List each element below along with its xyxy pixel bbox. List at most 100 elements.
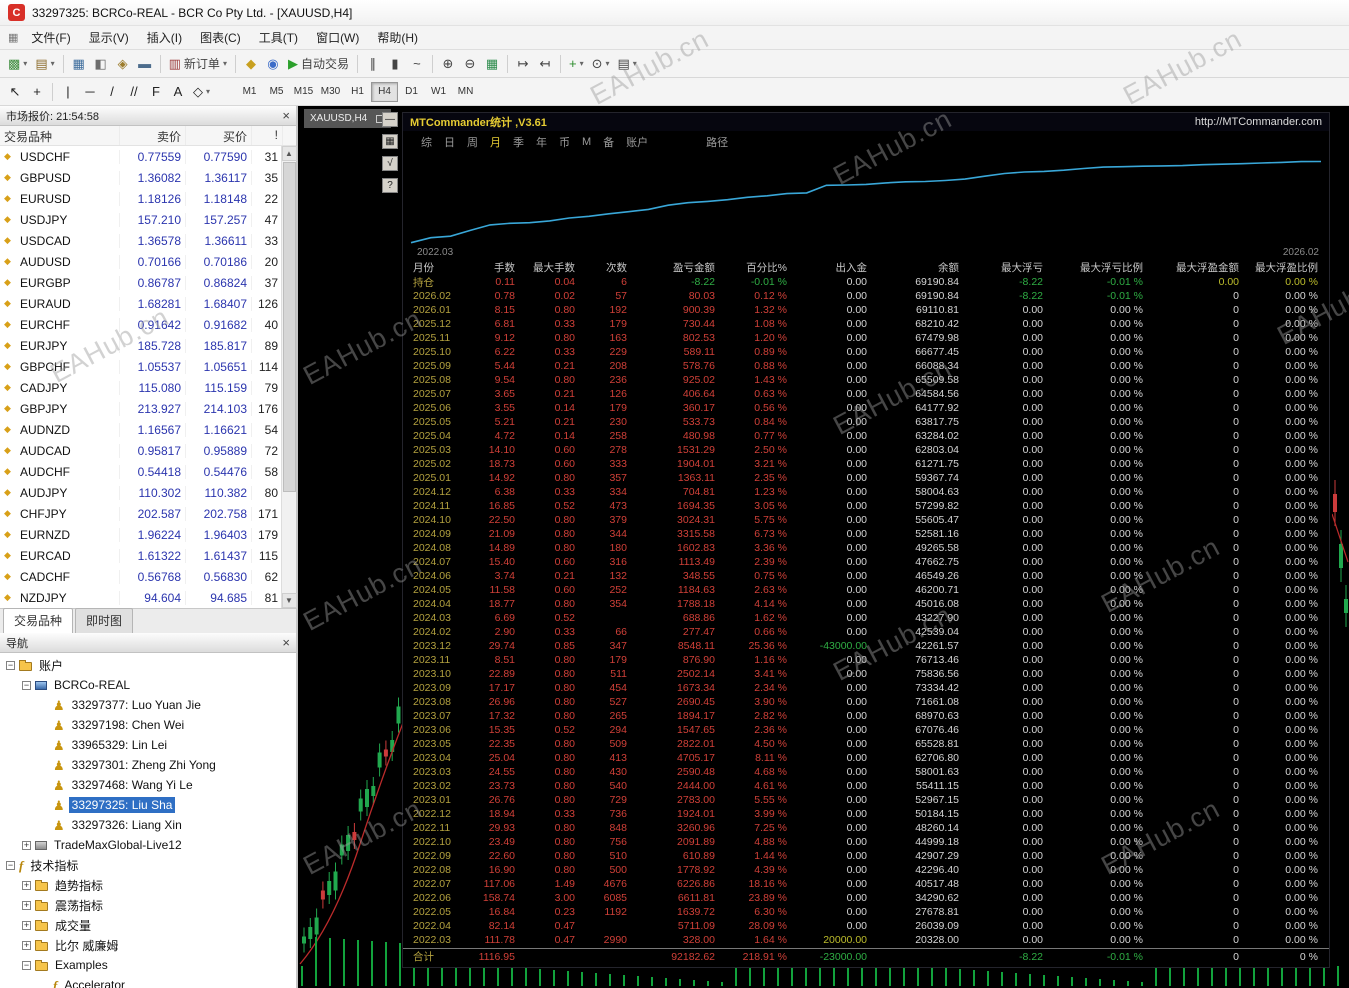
tree-expand-icon[interactable]: + bbox=[22, 941, 31, 950]
panel-apply-button[interactable]: √ bbox=[382, 156, 398, 171]
scroll-down-icon[interactable]: ▼ bbox=[282, 593, 297, 608]
timeframe-m30[interactable]: M30 bbox=[317, 82, 344, 102]
timeframe-w1[interactable]: W1 bbox=[425, 82, 452, 102]
tile-windows-button[interactable]: ▦ bbox=[481, 53, 503, 75]
scrollbar-thumb[interactable] bbox=[283, 162, 296, 492]
timeframe-h4[interactable]: H4 bbox=[371, 82, 398, 102]
tree-item[interactable]: −Examples bbox=[0, 955, 296, 975]
menu-item-3[interactable]: 图表(C) bbox=[191, 26, 250, 49]
tree-item[interactable]: ♟33297326: Liang Xin bbox=[0, 815, 296, 835]
channel-button[interactable]: // bbox=[123, 81, 145, 103]
panel-minimize-button[interactable]: — bbox=[382, 112, 398, 127]
market-watch-row[interactable]: ◆EURCHF0.916420.9168240 bbox=[0, 314, 296, 335]
arrows-button[interactable]: ◇▾ bbox=[189, 81, 214, 103]
tree-expand-icon[interactable]: + bbox=[22, 901, 31, 910]
market-watch-row[interactable]: ◆AUDCHF0.544180.5447658 bbox=[0, 461, 296, 482]
panel-menu-item-3[interactable]: 月 bbox=[490, 134, 501, 150]
market-watch-row[interactable]: ◆GBPCHF1.055371.05651114 bbox=[0, 356, 296, 377]
panel-menu-item-2[interactable]: 周 bbox=[467, 134, 478, 150]
chart-shift-button[interactable]: ↤ bbox=[534, 53, 556, 75]
tree-item[interactable]: +TradeMaxGlobal-Live12 bbox=[0, 835, 296, 855]
indicators-button[interactable]: +▾ bbox=[565, 53, 588, 75]
market-watch-scrollbar[interactable]: ▲ ▼ bbox=[281, 146, 296, 608]
timeframe-d1[interactable]: D1 bbox=[398, 82, 425, 102]
tree-item[interactable]: ♟33965329: Lin Lei bbox=[0, 735, 296, 755]
market-watch-row[interactable]: ◆AUDNZD1.165671.1662154 bbox=[0, 419, 296, 440]
panel-grid-button[interactable]: ▦ bbox=[382, 134, 398, 149]
market-watch-row[interactable]: ◆CADJPY115.080115.15979 bbox=[0, 377, 296, 398]
panel-menu-item-6[interactable]: 币 bbox=[559, 134, 570, 150]
menu-item-2[interactable]: 插入(I) bbox=[138, 26, 191, 49]
tree-item[interactable]: ♟33297377: Luo Yuan Jie bbox=[0, 695, 296, 715]
profiles-button[interactable]: ▤▾ bbox=[31, 53, 58, 75]
tree-expand-icon[interactable]: + bbox=[22, 921, 31, 930]
horizontal-line-button[interactable]: ─ bbox=[79, 81, 101, 103]
tree-item[interactable]: +成交量 bbox=[0, 915, 296, 935]
market-watch-row[interactable]: ◆AUDJPY110.302110.38280 bbox=[0, 482, 296, 503]
candlestick-button[interactable]: ▮ bbox=[384, 53, 406, 75]
new-chart-button[interactable]: ▩▾ bbox=[4, 53, 31, 75]
tree-collapse-icon[interactable]: − bbox=[22, 961, 31, 970]
panel-menu-item-8[interactable]: 备 bbox=[603, 134, 614, 150]
periods-button[interactable]: ⊙▾ bbox=[588, 53, 614, 75]
tree-item[interactable]: −BCRCo-REAL bbox=[0, 675, 296, 695]
crosshair-button[interactable]: + bbox=[26, 81, 48, 103]
tree-item[interactable]: +震荡指标 bbox=[0, 895, 296, 915]
market-watch-row[interactable]: ◆GBPUSD1.360821.3611735 bbox=[0, 167, 296, 188]
menu-item-4[interactable]: 工具(T) bbox=[250, 26, 307, 49]
tree-item[interactable]: ♟33297325: Liu Sha bbox=[0, 795, 296, 815]
terminal-button[interactable]: ▬ bbox=[134, 53, 156, 75]
market-watch-row[interactable]: ◆USDCAD1.365781.3661133 bbox=[0, 230, 296, 251]
timeframe-mn[interactable]: MN bbox=[452, 82, 479, 102]
tree-item[interactable]: −账户 bbox=[0, 655, 296, 675]
market-watch-tab-0[interactable]: 交易品种 bbox=[3, 608, 73, 633]
timeframe-m5[interactable]: M5 bbox=[263, 82, 290, 102]
menu-item-0[interactable]: 文件(F) bbox=[22, 26, 79, 49]
panel-menu-item-5[interactable]: 年 bbox=[536, 134, 547, 150]
timeframe-m15[interactable]: M15 bbox=[290, 82, 317, 102]
tree-item[interactable]: fAccelerator bbox=[0, 975, 296, 988]
tree-item[interactable]: ♟33297198: Chen Wei bbox=[0, 715, 296, 735]
navigator-button[interactable]: ◈ bbox=[112, 53, 134, 75]
scroll-up-icon[interactable]: ▲ bbox=[282, 146, 297, 161]
timeframe-h1[interactable]: H1 bbox=[344, 82, 371, 102]
market-watch-row[interactable]: ◆EURUSD1.181261.1814822 bbox=[0, 188, 296, 209]
chart-area[interactable]: XAUUSD,H4 —▦√? MTCommander统计 ,V3.61 http… bbox=[298, 106, 1349, 988]
data-window-button[interactable]: ◧ bbox=[90, 53, 112, 75]
market-watch-row[interactable]: ◆AUDUSD0.701660.7018620 bbox=[0, 251, 296, 272]
tree-item[interactable]: +比尔 威廉姆 bbox=[0, 935, 296, 955]
market-watch-row[interactable]: ◆CADCHF0.567680.5683062 bbox=[0, 566, 296, 587]
tree-expand-icon[interactable]: + bbox=[22, 881, 31, 890]
panel-menu-item-7[interactable]: M bbox=[582, 136, 591, 148]
tree-collapse-icon[interactable]: − bbox=[6, 861, 15, 870]
market-watch-row[interactable]: ◆CHFJPY202.587202.758171 bbox=[0, 503, 296, 524]
timeframe-m1[interactable]: M1 bbox=[236, 82, 263, 102]
close-icon[interactable]: × bbox=[282, 636, 290, 649]
autotrading-button[interactable]: ▶自动交易 bbox=[284, 53, 353, 75]
zoom-out-button[interactable]: ⊖ bbox=[459, 53, 481, 75]
market-watch-row[interactable]: ◆NZDJPY94.60494.68581 bbox=[0, 587, 296, 608]
market-watch-row[interactable]: ◆EURJPY185.728185.81789 bbox=[0, 335, 296, 356]
templates-button[interactable]: ▤▾ bbox=[614, 53, 641, 75]
tree-item[interactable]: ♟33297468: Wang Yi Le bbox=[0, 775, 296, 795]
panel-menu-item-9[interactable]: 账户 bbox=[626, 134, 648, 150]
panel-help-button[interactable]: ? bbox=[382, 178, 398, 193]
menu-item-6[interactable]: 帮助(H) bbox=[368, 26, 427, 49]
cursor-button[interactable]: ↖ bbox=[4, 81, 26, 103]
market-watch-row[interactable]: ◆USDCHF0.775590.7759031 bbox=[0, 146, 296, 167]
market-watch-button[interactable]: ▦ bbox=[68, 53, 90, 75]
menu-item-1[interactable]: 显示(V) bbox=[80, 26, 138, 49]
market-watch-row[interactable]: ◆EURAUD1.682811.68407126 bbox=[0, 293, 296, 314]
panel-menu-item-4[interactable]: 季 bbox=[513, 134, 524, 150]
tree-item[interactable]: ♟33297301: Zheng Zhi Yong bbox=[0, 755, 296, 775]
metaeditor-button[interactable]: ◆ bbox=[240, 53, 262, 75]
trendline-button[interactable]: / bbox=[101, 81, 123, 103]
auto-scroll-button[interactable]: ↦ bbox=[512, 53, 534, 75]
experts-button[interactable]: ◉ bbox=[262, 53, 284, 75]
panel-menu-item-0[interactable]: 综 bbox=[421, 134, 432, 150]
market-watch-row[interactable]: ◆GBPJPY213.927214.103176 bbox=[0, 398, 296, 419]
vertical-line-button[interactable]: | bbox=[57, 81, 79, 103]
tree-item[interactable]: +趋势指标 bbox=[0, 875, 296, 895]
path-button[interactable]: 路径 bbox=[706, 134, 728, 150]
market-watch-row[interactable]: ◆USDJPY157.210157.25747 bbox=[0, 209, 296, 230]
